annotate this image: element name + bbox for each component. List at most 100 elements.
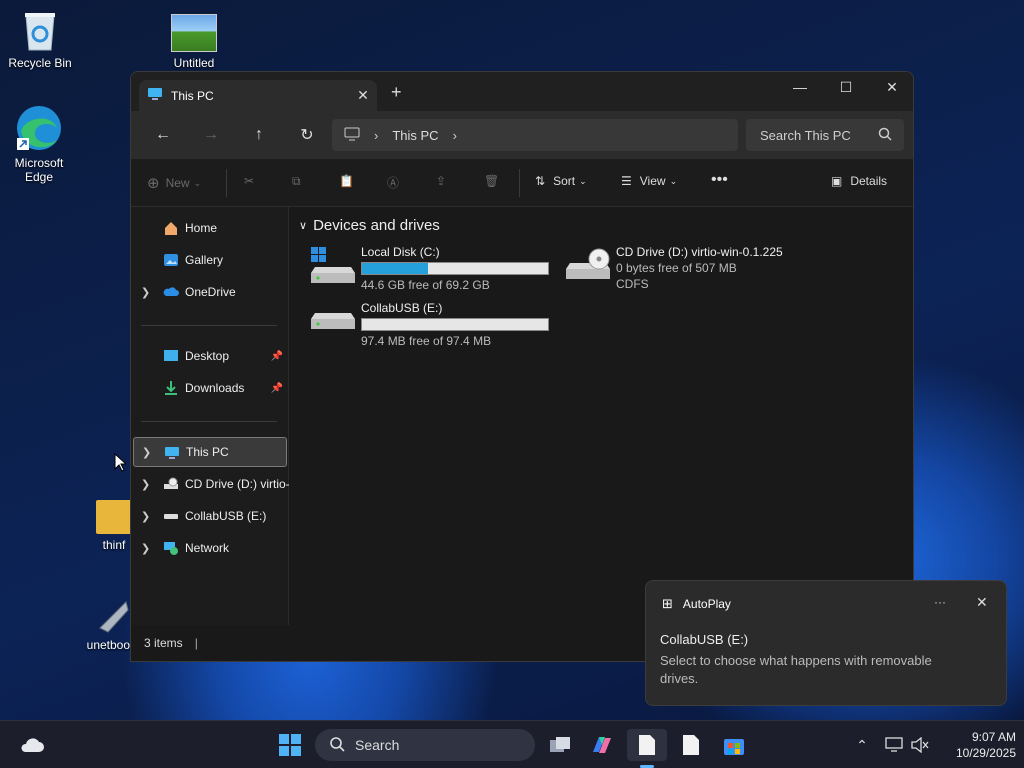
cut-icon[interactable]: ✂ [244,174,254,188]
view-button[interactable]: ☰ View ⌄ [621,174,677,188]
pin-icon[interactable]: 📌 [271,351,283,362]
usb-drive-icon [311,303,355,344]
notepad-taskbar-icon[interactable] [627,729,667,768]
rename-icon[interactable]: Ⓐ [387,174,399,191]
delete-icon[interactable]: 🗑 [484,174,499,188]
chevron-right-icon[interactable]: ❯ [142,446,151,459]
chevron-down-icon: ⌄ [193,177,202,188]
plus-circle-icon: ⊕ [147,175,160,192]
pin-icon[interactable]: 📌 [271,383,283,394]
drive-item-e[interactable]: CollabUSB (E:) 97.4 MB free of 97.4 MB [311,301,551,351]
share-icon[interactable]: ⇪ [436,174,446,188]
store-icon[interactable] [714,729,754,761]
maximize-button[interactable]: ☐ [823,72,869,102]
new-tab-button[interactable]: + [391,82,402,103]
chevron-right-icon[interactable]: ❯ [141,542,150,555]
sidebar-label: CD Drive (D:) virtio- [185,477,289,491]
home-icon [163,220,179,239]
close-tab-icon[interactable]: ✕ [349,87,377,104]
copilot-icon[interactable] [582,729,622,761]
sidebar-item-downloads[interactable]: Downloads 📌 [131,373,289,403]
search-label: Search [355,737,400,753]
edge-icon [15,104,63,152]
sidebar-label: OneDrive [185,285,236,299]
sidebar-item-onedrive[interactable]: ❯ OneDrive [131,277,289,307]
system-drive-icon [311,247,355,288]
image-file-icon [171,14,217,52]
desktop-icon-label: Recycle Bin [8,56,72,70]
task-view-icon[interactable] [540,729,580,761]
search-input[interactable]: Search This PC [746,119,904,151]
sort-icon: ⇅ [535,174,546,188]
file-list: ∨ Devices and drives Local Disk (C:) 44.… [291,207,913,627]
toast-title: CollabUSB (E:) [660,632,749,647]
capacity-bar [361,318,549,331]
sidebar-item-gallery[interactable]: Gallery [131,245,289,275]
taskbar-search[interactable]: Search [315,729,535,761]
close-window-button[interactable]: ✕ [869,72,913,102]
start-button[interactable] [270,729,310,761]
item-count: 3 items [144,636,183,650]
sidebar-item-collabusb[interactable]: ❯ CollabUSB (E:) [131,501,289,531]
download-icon [163,380,179,399]
clock[interactable]: 9:07 AM 10/29/2025 [936,729,1016,761]
drive-free-space: 44.6 GB free of 69.2 GB [361,278,490,292]
sort-button[interactable]: ⇅ Sort ⌄ [535,174,587,188]
sidebar-item-desktop[interactable]: Desktop 📌 [131,341,289,371]
address-bar[interactable]: › This PC › [332,119,738,151]
cloud-icon [163,284,179,303]
autoplay-icon: ⊞ [662,596,673,611]
tab-this-pc[interactable]: This PC ✕ [139,80,377,111]
minimize-button[interactable]: — [777,72,823,102]
sidebar-item-home[interactable]: Home [131,213,289,243]
recycle-bin-icon [22,8,58,52]
desktop-icon-untitled[interactable]: Untitled [154,14,234,70]
desktop-icon-edge[interactable]: Microsoft Edge [0,104,78,184]
chevron-right-icon[interactable]: ❯ [141,286,150,299]
desktop-icon-label: Microsoft Edge [14,156,64,184]
copy-icon[interactable]: ⧉ [292,174,301,189]
cd-drive-icon [163,476,179,495]
drive-item-c[interactable]: Local Disk (C:) 44.6 GB free of 69.2 GB [311,245,551,295]
back-button[interactable]: ← [139,119,187,151]
gallery-icon [163,252,179,271]
file-explorer-window: This PC ✕ + — ☐ ✕ ← → ↑ ↻ › This PC › Se… [130,71,914,662]
details-button[interactable]: ▣ Details [831,174,887,188]
sidebar-label: This PC [186,445,229,459]
desktop-icon-recycle-bin[interactable]: Recycle Bin [0,8,80,70]
more-options-icon[interactable]: ··· [934,595,946,609]
sidebar-item-this-pc[interactable]: ❯ This PC [133,437,287,467]
paste-icon[interactable]: 📋 [339,174,354,188]
file-taskbar-icon[interactable] [671,729,711,761]
close-icon[interactable]: ✕ [976,594,988,611]
chevron-right-icon[interactable]: › [453,128,457,143]
sidebar-item-network[interactable]: ❯ Network [131,533,289,563]
drive-name: Local Disk (C:) [361,245,440,259]
details-pane-icon: ▣ [831,174,843,188]
chevron-right-icon[interactable]: ❯ [141,478,150,491]
chevron-down-icon: ⌄ [669,175,678,186]
forward-button[interactable]: → [187,119,235,151]
group-title: Devices and drives [313,217,440,234]
drive-item-d[interactable]: CD Drive (D:) virtio-win-0.1.225 0 bytes… [566,245,806,295]
weather-widget-icon[interactable] [12,729,52,761]
chevron-right-icon[interactable]: › [374,128,378,143]
search-icon [329,736,345,755]
group-header[interactable]: ∨ Devices and drives [299,217,440,234]
taskbar: Search ⌃ 9:07 AM 10/29/2025 [0,720,1024,768]
title-bar: This PC ✕ + — ☐ ✕ [131,72,913,111]
refresh-button[interactable]: ↻ [283,119,331,151]
sidebar-item-cd-drive[interactable]: ❯ CD Drive (D:) virtio- [131,469,289,499]
more-options-icon[interactable]: ••• [711,171,728,189]
chevron-right-icon[interactable]: ❯ [141,510,150,523]
breadcrumb[interactable]: This PC [392,128,438,143]
new-button[interactable]: ⊕ New ⌄ [147,174,201,192]
cd-drive-icon [566,247,610,288]
desktop-folder-icon [163,348,179,367]
chevron-down-icon: ∨ [299,220,308,232]
usb-drive-icon [163,508,179,527]
volume-muted-icon[interactable] [900,729,940,761]
up-button[interactable]: ↑ [235,119,283,151]
mouse-cursor [114,452,128,475]
autoplay-notification[interactable]: ⊞ AutoPlay ··· ✕ CollabUSB (E:) Select t… [645,580,1007,706]
